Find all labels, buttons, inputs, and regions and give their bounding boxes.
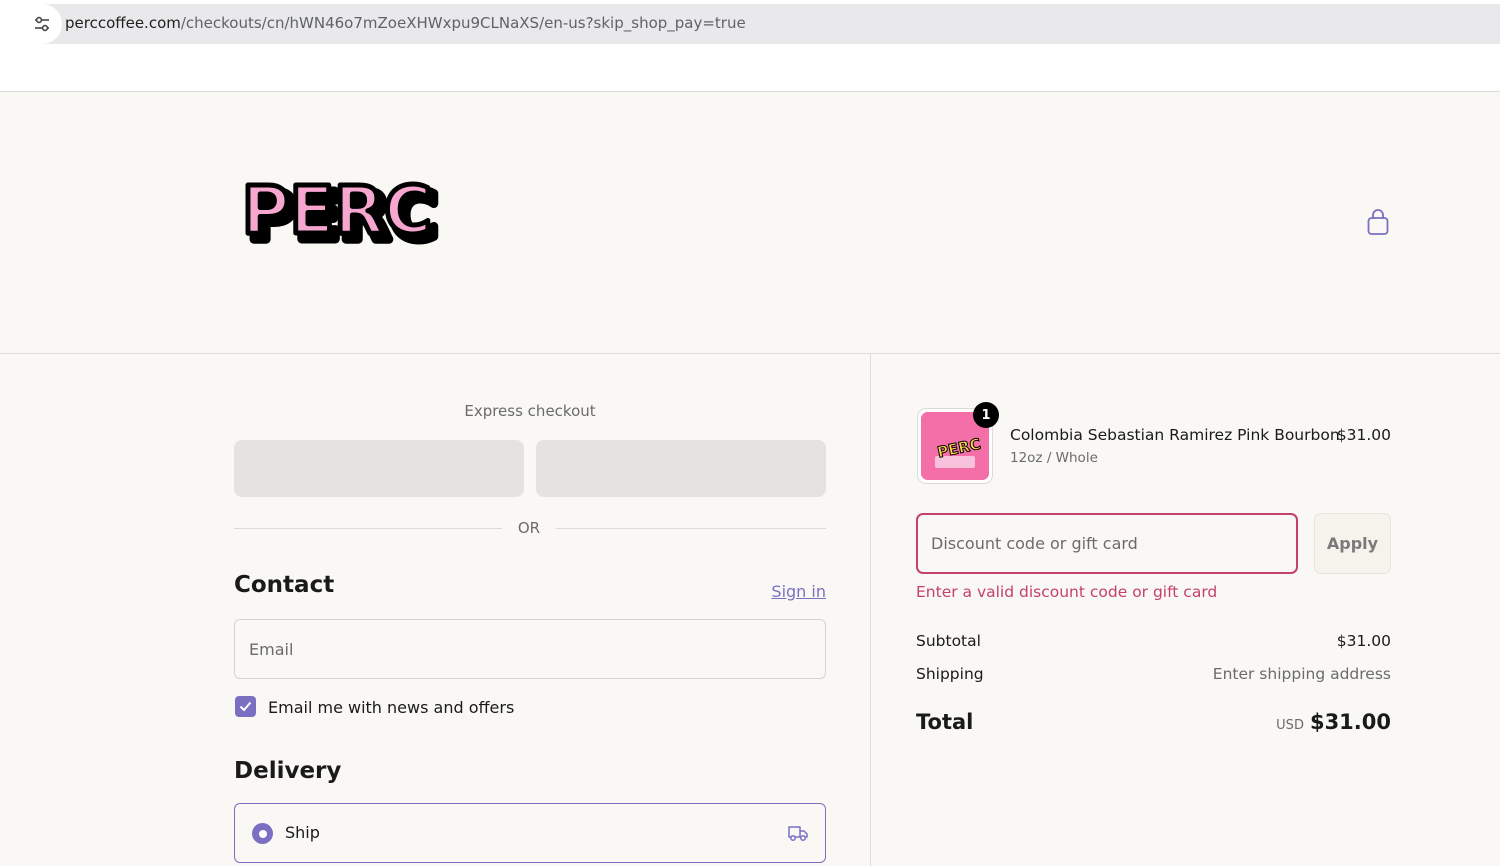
url-host: perccoffee.com	[65, 14, 181, 32]
url-path: /checkouts/cn/hWN46o7mZoeXHWxpu9CLNaXS/e…	[180, 14, 746, 32]
email-field[interactable]	[234, 619, 826, 679]
site-info-icon[interactable]	[22, 4, 62, 44]
ship-option[interactable]: Ship	[234, 803, 826, 863]
product-variant: 12oz / Whole	[1010, 450, 1098, 466]
or-divider-label: OR	[517, 519, 541, 537]
shipping-value: Enter shipping address	[1212, 665, 1391, 683]
apply-discount-button[interactable]: Apply	[1314, 513, 1391, 574]
newsletter-checkbox[interactable]	[235, 696, 256, 717]
ship-radio[interactable]	[252, 823, 273, 844]
ship-label: Ship	[285, 823, 320, 842]
quantity-badge: 1	[973, 402, 999, 428]
total-currency: USD	[1276, 718, 1304, 733]
total-label: Total	[916, 710, 974, 734]
divider-right	[556, 528, 826, 529]
product-name: Colombia Sebastian Ramirez Pink Bourbon	[1010, 426, 1340, 444]
perc-logo[interactable]: PERC PERC	[240, 177, 446, 245]
subtotal-label: Subtotal	[916, 632, 981, 650]
express-pay-button-1[interactable]	[234, 440, 524, 497]
url-text: perccoffee.com/checkouts/cn/hWN46o7mZoeX…	[65, 14, 746, 32]
total-value-group: USD $31.00	[1276, 710, 1391, 734]
shopping-bag-icon	[1367, 209, 1389, 235]
truck-icon	[788, 826, 808, 841]
shipping-label: Shipping	[916, 665, 984, 683]
total-amount: $31.00	[1309, 710, 1391, 734]
checkmark-icon	[239, 701, 252, 712]
product-price: $31.00	[1336, 426, 1391, 444]
express-pay-button-2[interactable]	[536, 440, 826, 497]
divider-left	[234, 528, 502, 529]
contact-heading: Contact	[234, 572, 335, 598]
store-header: PERC PERC	[0, 93, 1500, 354]
order-summary: PERC 1 Colombia Sebastian Ramirez Pink B…	[872, 354, 1500, 866]
logo-letters: PERC	[242, 177, 432, 245]
browser-toolbar: perccoffee.com/checkouts/cn/hWN46o7mZoeX…	[0, 0, 1500, 92]
delivery-heading: Delivery	[234, 758, 342, 784]
express-checkout-title: Express checkout	[464, 402, 596, 420]
cart-button[interactable]	[1362, 207, 1394, 239]
discount-code-input[interactable]	[916, 513, 1298, 574]
address-bar[interactable]: perccoffee.com/checkouts/cn/hWN46o7mZoeX…	[22, 4, 1500, 44]
sign-in-link[interactable]: Sign in	[760, 582, 826, 601]
checkout-main: Express checkout OR Contact Sign in Emai…	[0, 354, 871, 866]
discount-error-message: Enter a valid discount code or gift card	[916, 583, 1218, 601]
newsletter-label: Email me with news and offers	[268, 698, 515, 717]
subtotal-value: $31.00	[1336, 632, 1391, 650]
